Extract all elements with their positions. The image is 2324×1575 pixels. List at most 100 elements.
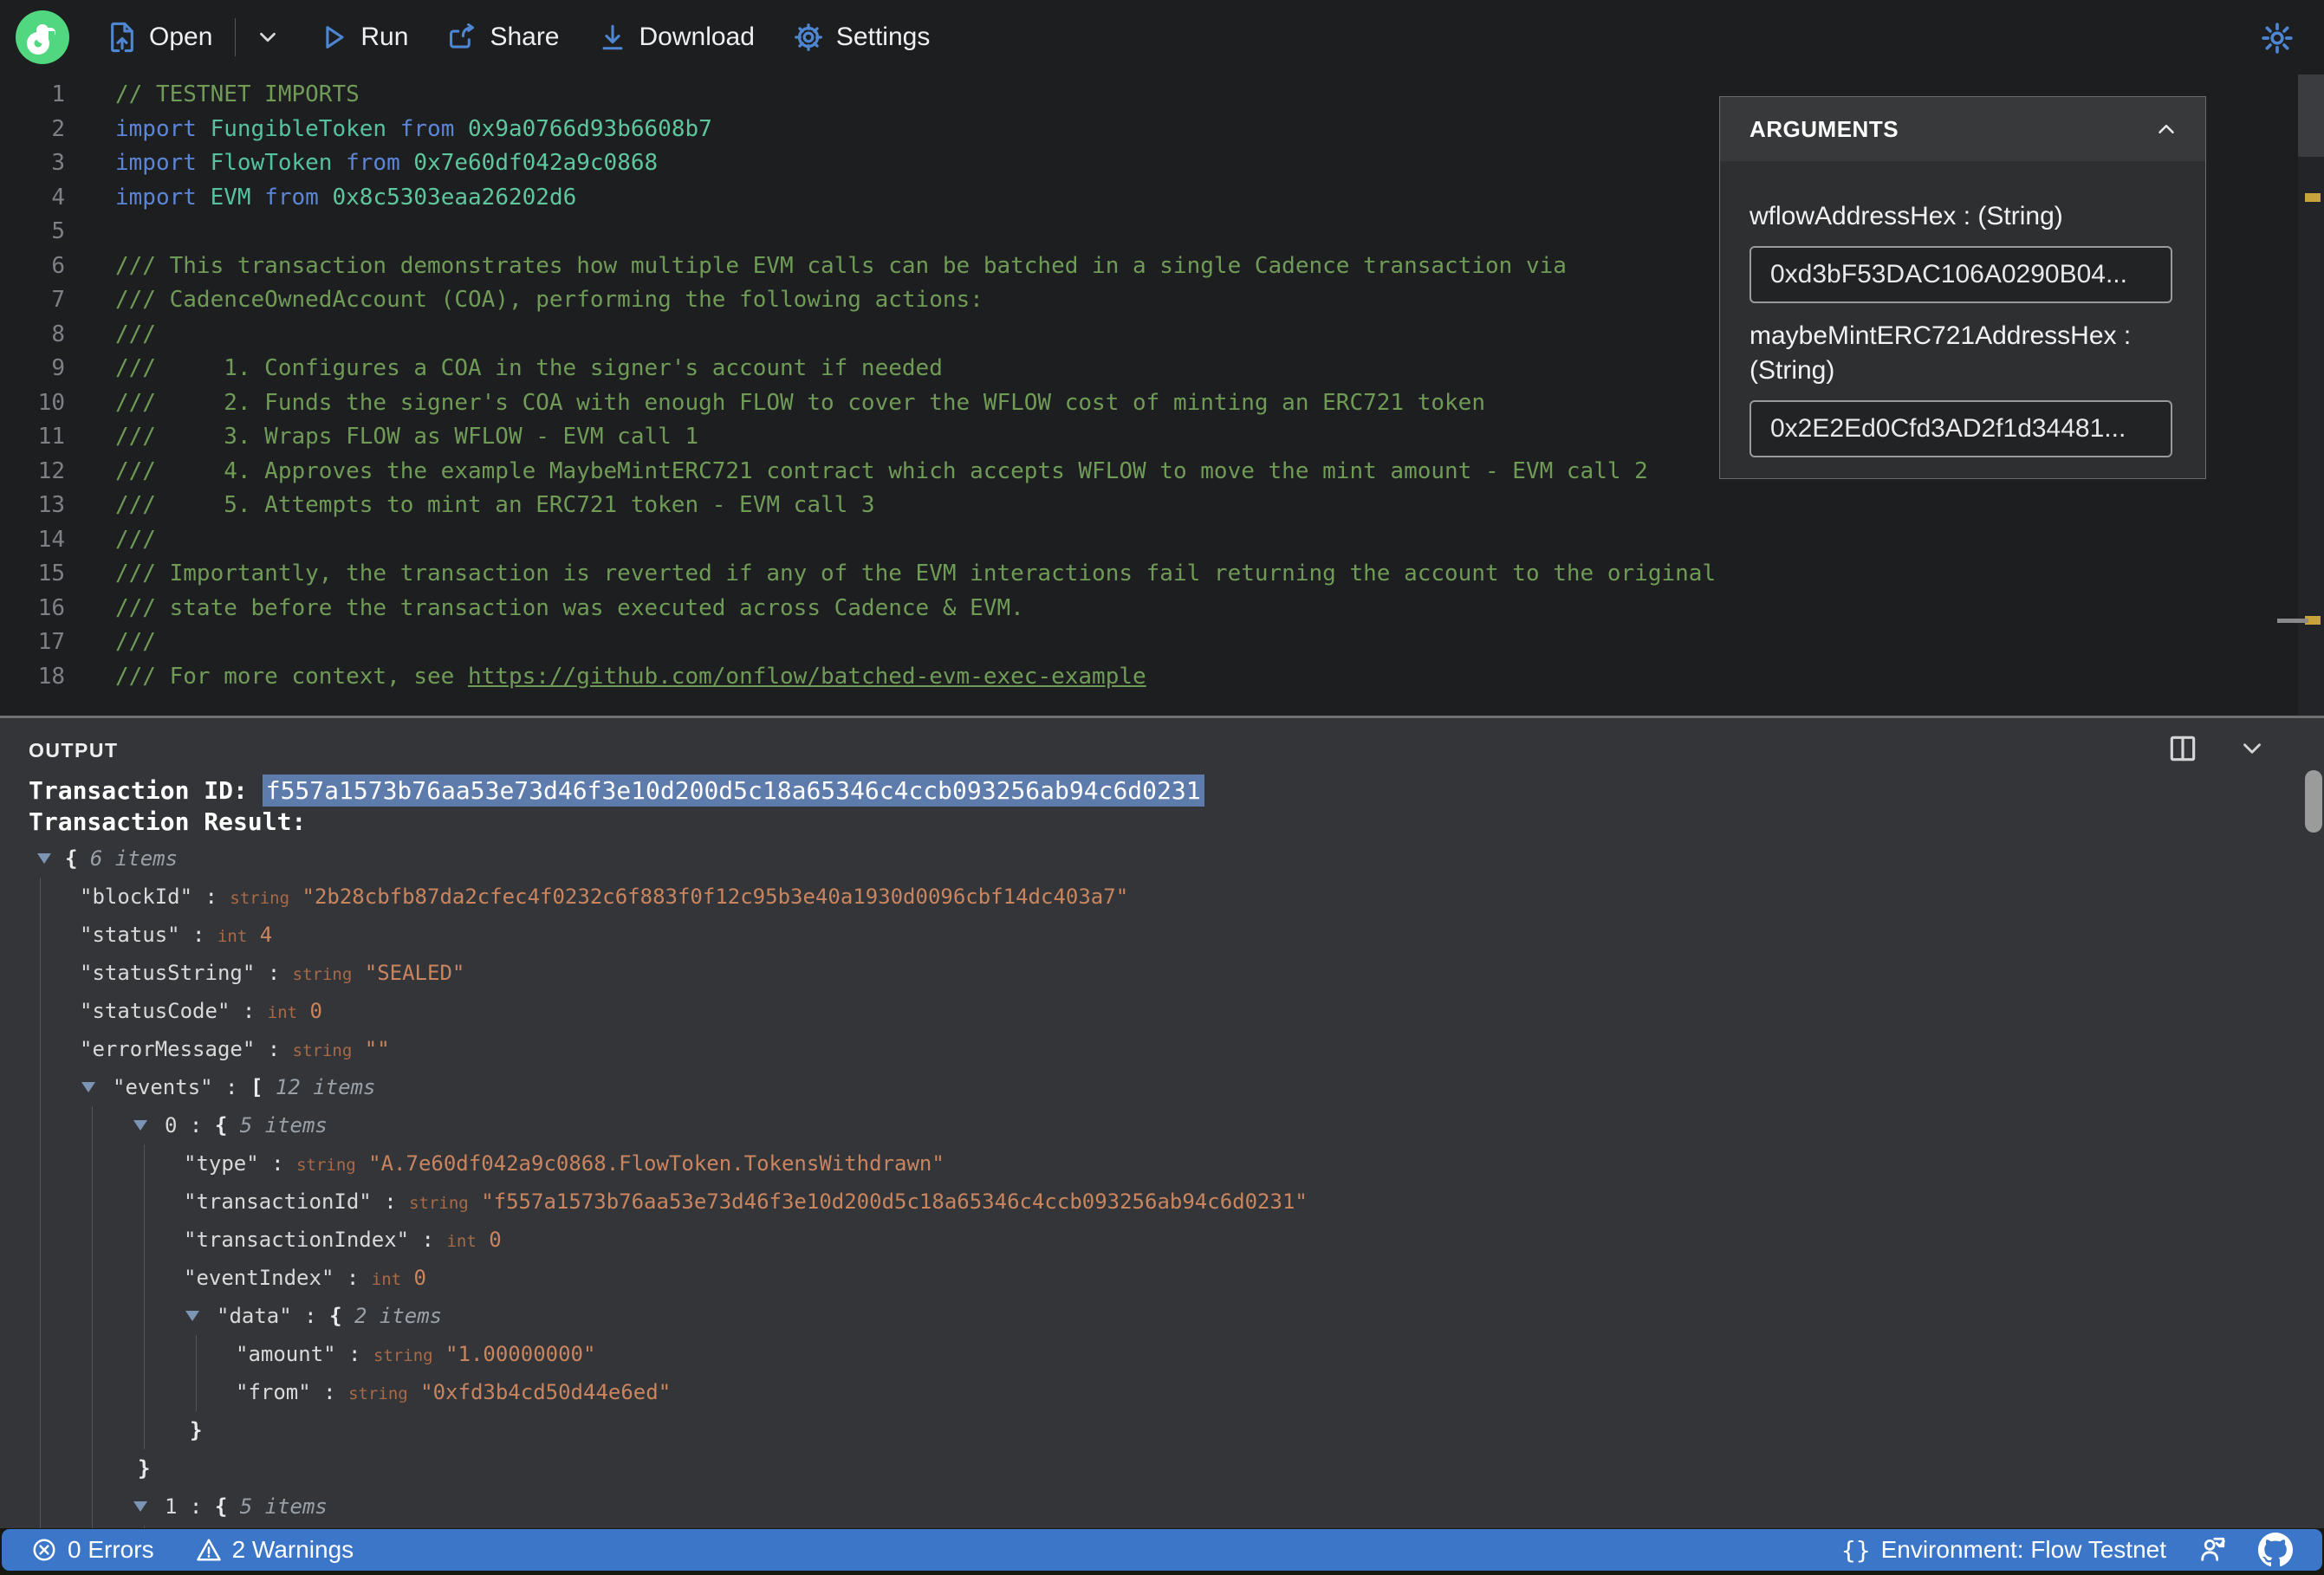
warning-marker <box>2305 193 2321 202</box>
json-pn: : <box>177 1113 215 1138</box>
json-pn: : <box>335 1342 373 1366</box>
share-button[interactable]: Share <box>446 23 560 52</box>
line-number: 1 <box>51 81 65 107</box>
collapse-panel-chevron-icon[interactable] <box>2237 734 2267 763</box>
feedback-button[interactable] <box>2197 1535 2227 1565</box>
output-row: "eventIndex" : int 0 <box>0 1259 2289 1297</box>
errors-status[interactable]: 0 Errors <box>31 1536 154 1564</box>
transaction-id-value: f557a1573b76aa53e73d46f3e10d200d5c18a653… <box>262 775 1204 807</box>
line-number: 18 <box>37 663 65 690</box>
open-menu-chevron[interactable] <box>255 24 281 50</box>
json-pn: : <box>409 1228 447 1252</box>
json-pn: : <box>255 1037 293 1061</box>
output-row: "errorMessage" : string "" <box>0 1030 2289 1068</box>
json-key: "data" <box>217 1304 292 1328</box>
collapse-arrow[interactable] <box>37 853 51 864</box>
json-key: "errorMessage" <box>80 1037 256 1061</box>
settings-label: Settings <box>835 23 931 51</box>
json-sv: "" <box>352 1037 390 1061</box>
argument-input-1[interactable] <box>1749 400 2172 457</box>
code-token: 0x9a0766d93b6608b7 <box>468 115 712 142</box>
indent-guide <box>40 1183 41 1221</box>
collapse-arrow[interactable] <box>133 1120 147 1131</box>
json-key: "status" <box>80 923 180 947</box>
indent-guide <box>196 1335 197 1373</box>
code-token: /// 5. Attempts to mint an ERC721 token … <box>115 492 875 518</box>
json-pn: : <box>371 1189 410 1214</box>
arguments-panel-header[interactable]: ARGUMENTS <box>1720 97 2205 161</box>
output-row: "events" : [ 12 items <box>0 1068 2289 1106</box>
settings-button[interactable]: Settings <box>793 22 930 53</box>
indent-guide <box>92 1335 93 1373</box>
code-token: /// 3. Wraps FLOW as WFLOW - EVM call 1 <box>115 424 699 450</box>
line-number: 10 <box>37 389 65 416</box>
json-it: 2 items <box>354 1304 443 1328</box>
indent-guide <box>40 1106 41 1144</box>
json-pn: : <box>310 1380 349 1404</box>
indent-guide <box>144 1259 145 1297</box>
github-link[interactable] <box>2258 1533 2293 1567</box>
collapse-arrow[interactable] <box>133 1501 147 1512</box>
code-line: 13 /// 5. Attempts to mint an ERC721 toke… <box>0 489 2289 523</box>
code-token: import <box>115 184 211 211</box>
json-tl: int <box>267 1003 298 1022</box>
status-bar: 0 Errors 2 Warnings {} Environment: Flow… <box>2 1529 2322 1571</box>
indent-guide <box>40 1030 41 1068</box>
output-scrollbar-thumb[interactable] <box>2305 770 2322 833</box>
output-panel: OUTPUT Transaction ID: f557a1573b76aa53e… <box>0 716 2324 1538</box>
json-tl: string <box>230 889 290 908</box>
transaction-result-tree: { 6 items "blockId" : string "2b28cbfb87d… <box>0 839 2289 1538</box>
warnings-label: 2 Warnings <box>231 1536 354 1563</box>
json-pn: : <box>258 1151 297 1176</box>
json-key: "eventIndex" <box>184 1266 334 1290</box>
argument-input-0[interactable] <box>1749 246 2172 303</box>
download-button[interactable]: Download <box>598 23 755 52</box>
json-nv: 0 <box>476 1228 502 1252</box>
code-token: EVM <box>210 184 265 211</box>
share-label: Share <box>490 23 560 51</box>
line-number: 11 <box>37 424 65 450</box>
theme-toggle-button[interactable] <box>2260 21 2295 60</box>
json-br: { <box>65 846 90 871</box>
indent-guide <box>92 1144 93 1183</box>
warning-icon <box>196 1539 221 1561</box>
download-label: Download <box>639 23 755 51</box>
json-tl: string <box>348 1384 408 1403</box>
run-button[interactable]: Run <box>319 23 408 52</box>
environment-status[interactable]: {} Environment: Flow Testnet <box>1841 1536 2166 1565</box>
split-view-icon[interactable] <box>2166 732 2199 765</box>
code-token: import <box>115 150 211 176</box>
warnings-status[interactable]: 2 Warnings <box>196 1536 354 1564</box>
code-token: /// <box>115 629 156 655</box>
flow-logo-icon <box>16 10 69 64</box>
json-tl: string <box>292 965 353 984</box>
code-token: /// This transaction demonstrates how mu… <box>115 252 1567 279</box>
output-row: "transactionIndex" : int 0 <box>0 1221 2289 1259</box>
argument-label: maybeMintERC721AddressHex : (String) <box>1749 321 2132 385</box>
json-key: "transactionIndex" <box>184 1228 410 1252</box>
output-row: "from" : string "0xfd3b4cd50d44e6ed" <box>0 1373 2289 1411</box>
output-row: 0 : { 5 items <box>0 1106 2289 1144</box>
json-nv: 0 <box>401 1266 426 1290</box>
chevron-up-icon[interactable] <box>2153 116 2179 142</box>
share-icon <box>450 23 475 49</box>
code-token: 0x7e60df042a9c0868 <box>413 150 659 176</box>
line-number: 13 <box>37 492 65 518</box>
code-token: import <box>115 115 211 142</box>
output-row: "transactionId" : string "f557a1573b76aa… <box>0 1183 2289 1221</box>
json-pn: : <box>177 1494 215 1519</box>
json-key: "statusCode" <box>80 999 230 1023</box>
json-tl: string <box>409 1194 469 1213</box>
json-key: "events" <box>113 1075 213 1099</box>
collapse-arrow[interactable] <box>81 1082 95 1092</box>
code-link[interactable]: https://github.com/onflow/batched-evm-ex… <box>468 664 1146 690</box>
collapse-arrow[interactable] <box>185 1311 199 1321</box>
sun-icon <box>2262 23 2293 54</box>
line-number: 5 <box>51 218 65 244</box>
code-line: 16 /// state before the transaction was e… <box>0 592 2289 626</box>
open-button[interactable]: Open <box>107 21 212 54</box>
line-number: 17 <box>37 629 65 655</box>
code-token: from <box>346 150 414 176</box>
editor-scrollbar-thumb[interactable] <box>2298 75 2324 157</box>
code-token: FlowToken <box>210 150 347 176</box>
